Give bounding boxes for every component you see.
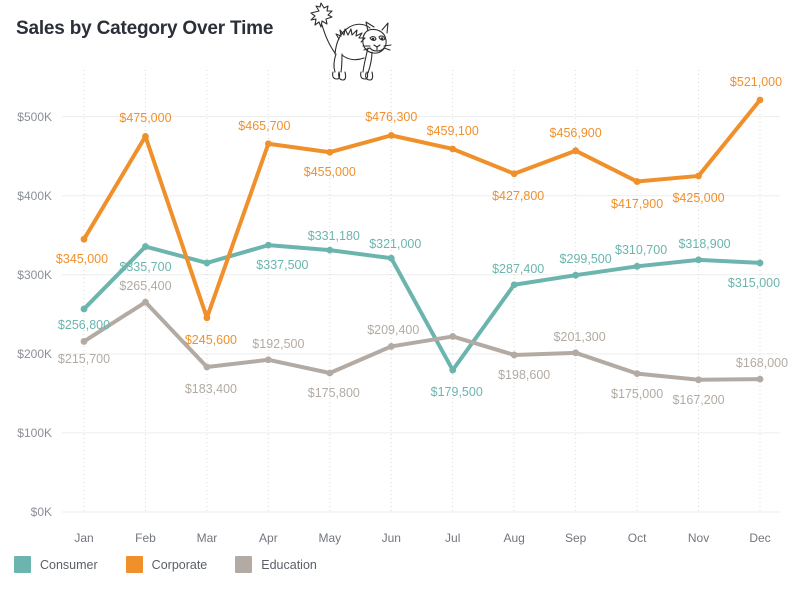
x-axis-tick: Jul <box>445 531 461 545</box>
legend-swatch-corporate <box>125 556 143 573</box>
x-axis-tick: Mar <box>196 531 218 545</box>
y-axis-tick: $200K <box>17 346 52 361</box>
x-axis-tick: Jun <box>381 531 401 545</box>
x-axis-tick: Oct <box>627 531 647 545</box>
y-axis-tick: $300K <box>17 267 52 282</box>
chart-canvas: Sales by Category Over Time $0K $100K $2… <box>0 0 800 600</box>
y-axis-tick: $100K <box>17 425 52 440</box>
legend: Consumer Corporate Education <box>14 556 345 573</box>
legend-label-education: Education <box>261 557 317 572</box>
legend-item-corporate[interactable]: Corporate <box>125 556 208 573</box>
page-title: Sales by Category Over Time <box>16 18 274 39</box>
x-axis-tick: Apr <box>259 531 278 545</box>
x-axis-tick: Jan <box>74 531 94 545</box>
x-axis-tick: Sep <box>564 531 587 545</box>
x-axis-tick: May <box>318 531 342 545</box>
legend-item-education[interactable]: Education <box>235 556 317 573</box>
x-axis-tick: Aug <box>503 531 525 545</box>
y-axis: $0K $100K $200K $300K $400K $500K <box>0 70 60 525</box>
legend-item-consumer[interactable]: Consumer <box>14 556 98 573</box>
legend-swatch-consumer <box>14 556 31 573</box>
y-axis-tick: $0K <box>30 505 52 519</box>
x-axis-tick: Dec <box>749 531 771 545</box>
x-axis-tick: Nov <box>687 531 710 545</box>
y-axis-tick: $500K <box>17 109 52 124</box>
legend-label-consumer: Consumer <box>40 557 98 572</box>
x-axis-tick: Feb <box>135 531 156 545</box>
y-axis-tick: $400K <box>17 188 52 203</box>
x-axis: Jan Feb Mar Apr May Jun Jul Aug Sep Oct Nov Dec <box>62 525 780 555</box>
legend-swatch-education <box>235 556 253 573</box>
plot-area <box>62 70 780 525</box>
legend-label-corporate: Corporate <box>151 557 208 572</box>
series-lines <box>62 70 780 513</box>
